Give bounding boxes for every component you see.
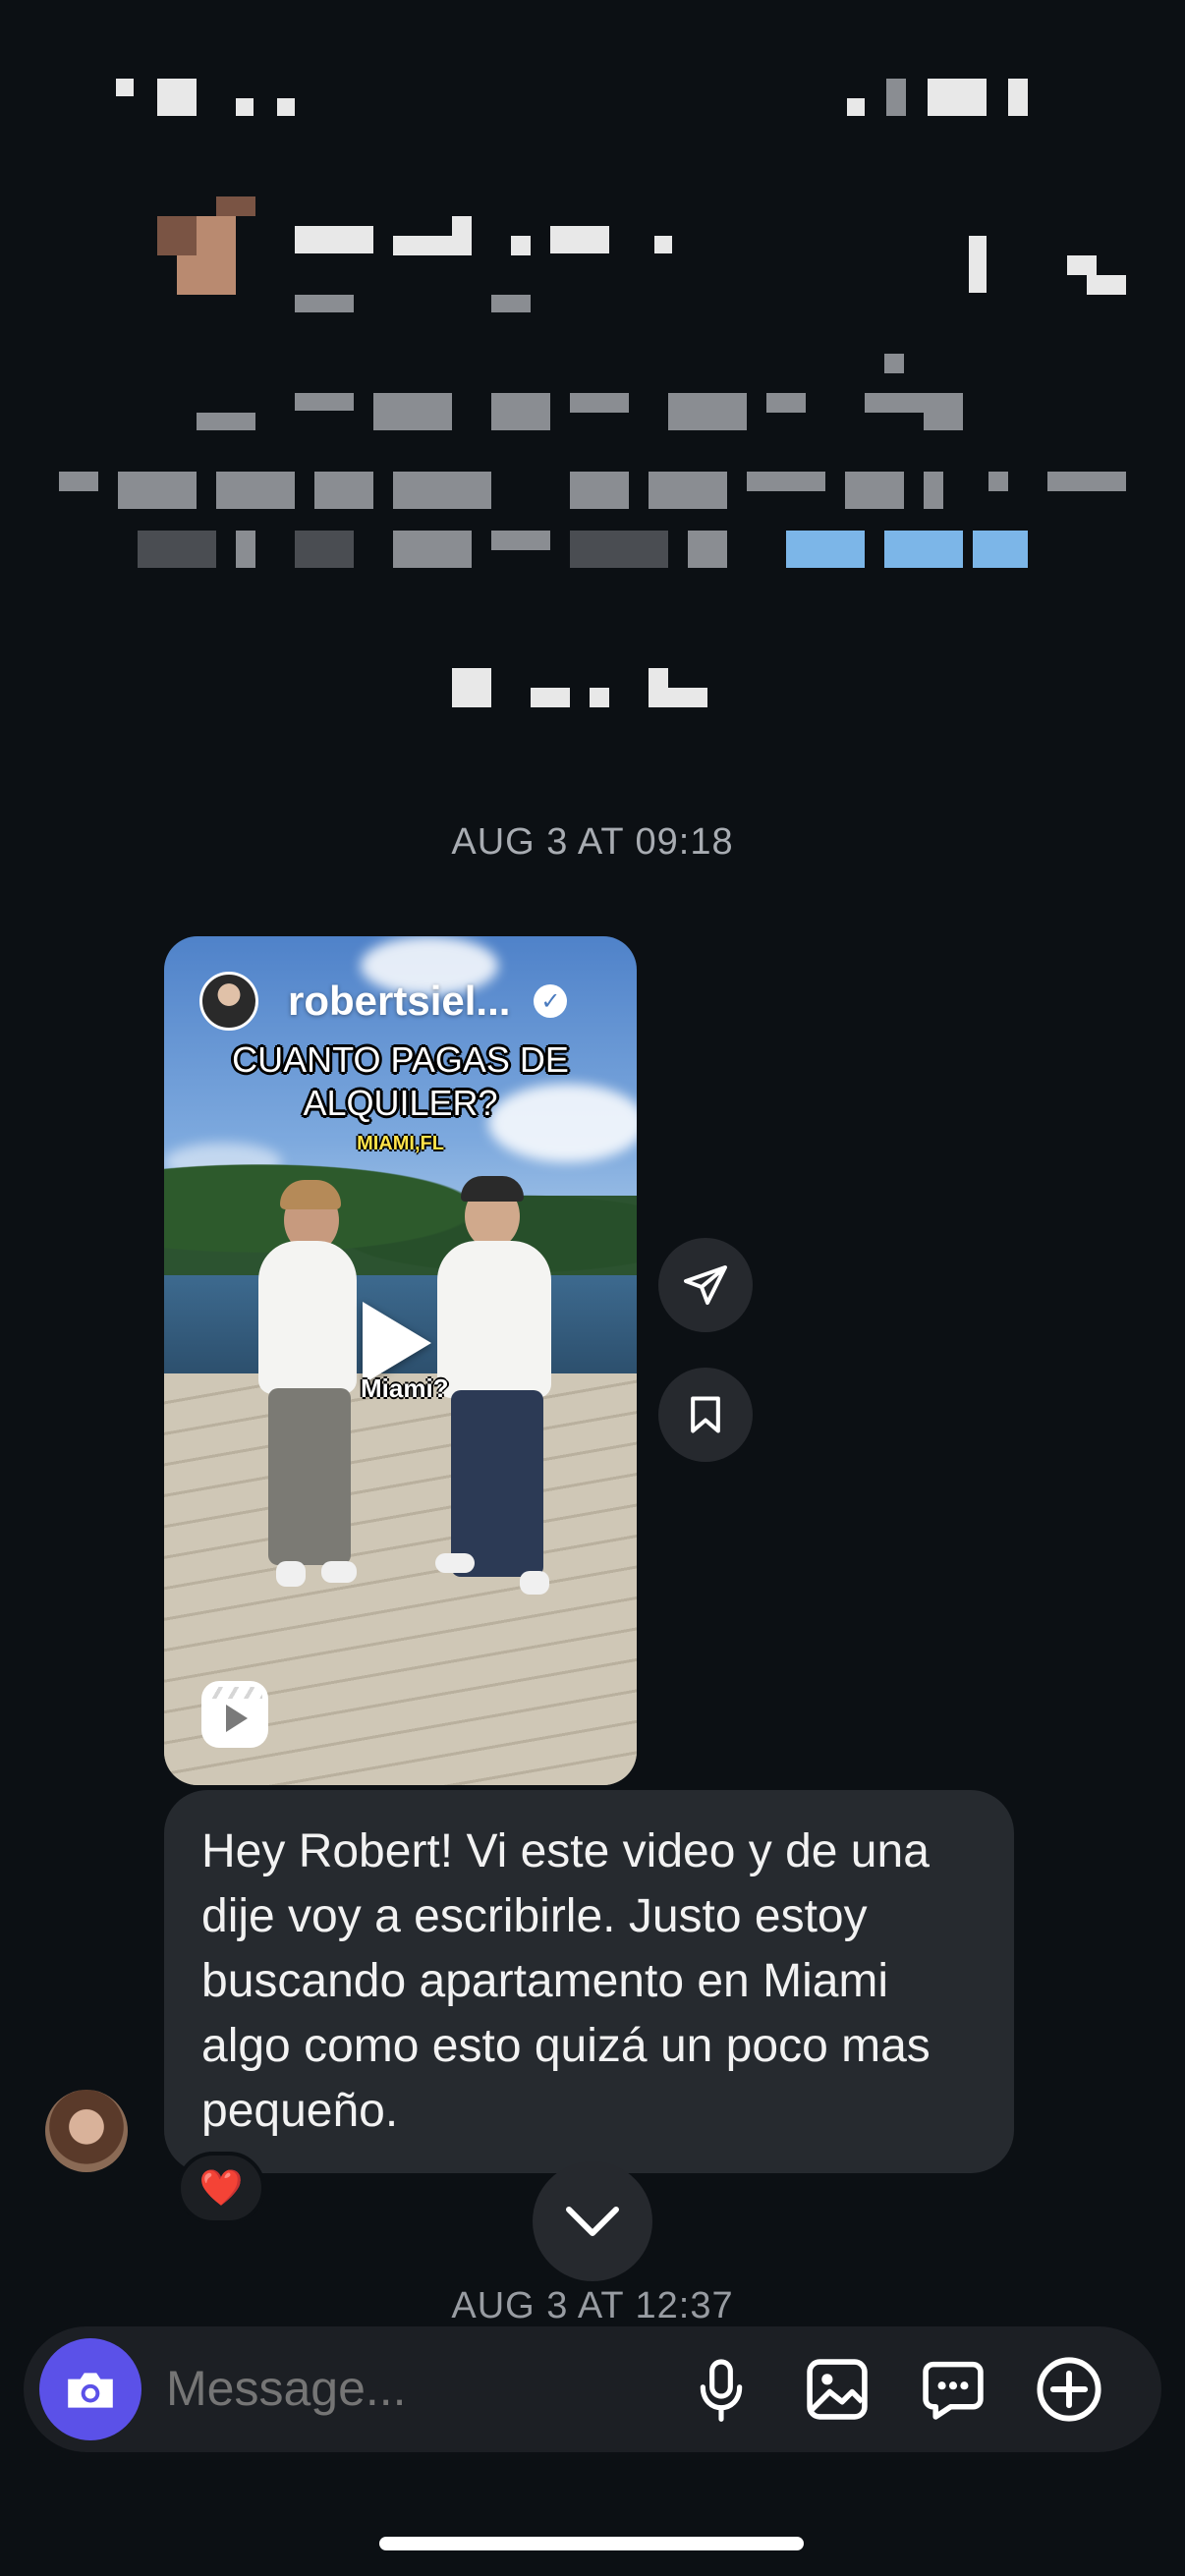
gallery-icon [807, 2359, 868, 2420]
microphone-button[interactable] [680, 2348, 762, 2431]
play-icon[interactable] [363, 1302, 431, 1384]
heart-icon: ❤️ [198, 2167, 244, 2208]
chevron-down-icon [566, 2207, 619, 2236]
verified-badge-icon: ✓ [534, 984, 568, 1018]
reel-username[interactable]: robertsiel... [288, 978, 510, 1025]
camera-button[interactable] [39, 2338, 141, 2440]
more-options-button[interactable] [1028, 2348, 1110, 2431]
timestamp-divider: AUG 3 AT 12:37 [451, 2285, 734, 2326]
plus-icon [1037, 2357, 1101, 2422]
paper-plane-icon [684, 1265, 727, 1305]
message-text: Hey Robert! Vi este video y de una dije … [201, 1825, 931, 2137]
home-indicator[interactable] [379, 2537, 804, 2550]
sticker-chat-icon [923, 2361, 984, 2420]
message-bubble[interactable]: Hey Robert! Vi este video y de una dije … [164, 1790, 1014, 2173]
shared-reel-card[interactable]: robertsiel... ✓ CUANTO PAGAS DE ALQUILER… [164, 936, 637, 1785]
message-input[interactable] [166, 2360, 657, 2417]
camera-icon [68, 2373, 113, 2408]
bookmark-icon [691, 1396, 720, 1433]
heart-reaction[interactable]: ❤️ [177, 2152, 265, 2224]
reel-caption: CUANTO PAGAS DE ALQUILER? [232, 1039, 569, 1123]
share-reel-button[interactable] [658, 1238, 753, 1332]
reel-location: MIAMI,FL [357, 1133, 444, 1154]
reel-author-avatar [199, 972, 258, 1031]
sender-avatar[interactable] [45, 2090, 128, 2172]
reel-subtitle: Miami? [361, 1373, 449, 1403]
save-reel-button[interactable] [658, 1368, 753, 1462]
message-composer [24, 2326, 1161, 2452]
reel-header[interactable]: robertsiel... ✓ [199, 972, 568, 1031]
microphone-icon [700, 2359, 743, 2422]
timestamp-divider: AUG 3 AT 09:18 [451, 821, 734, 863]
scroll-to-bottom-button[interactable] [533, 2161, 652, 2281]
reels-icon [201, 1681, 268, 1748]
redacted-header [0, 0, 1185, 747]
sticker-chat-button[interactable] [912, 2348, 994, 2431]
gallery-button[interactable] [796, 2348, 878, 2431]
